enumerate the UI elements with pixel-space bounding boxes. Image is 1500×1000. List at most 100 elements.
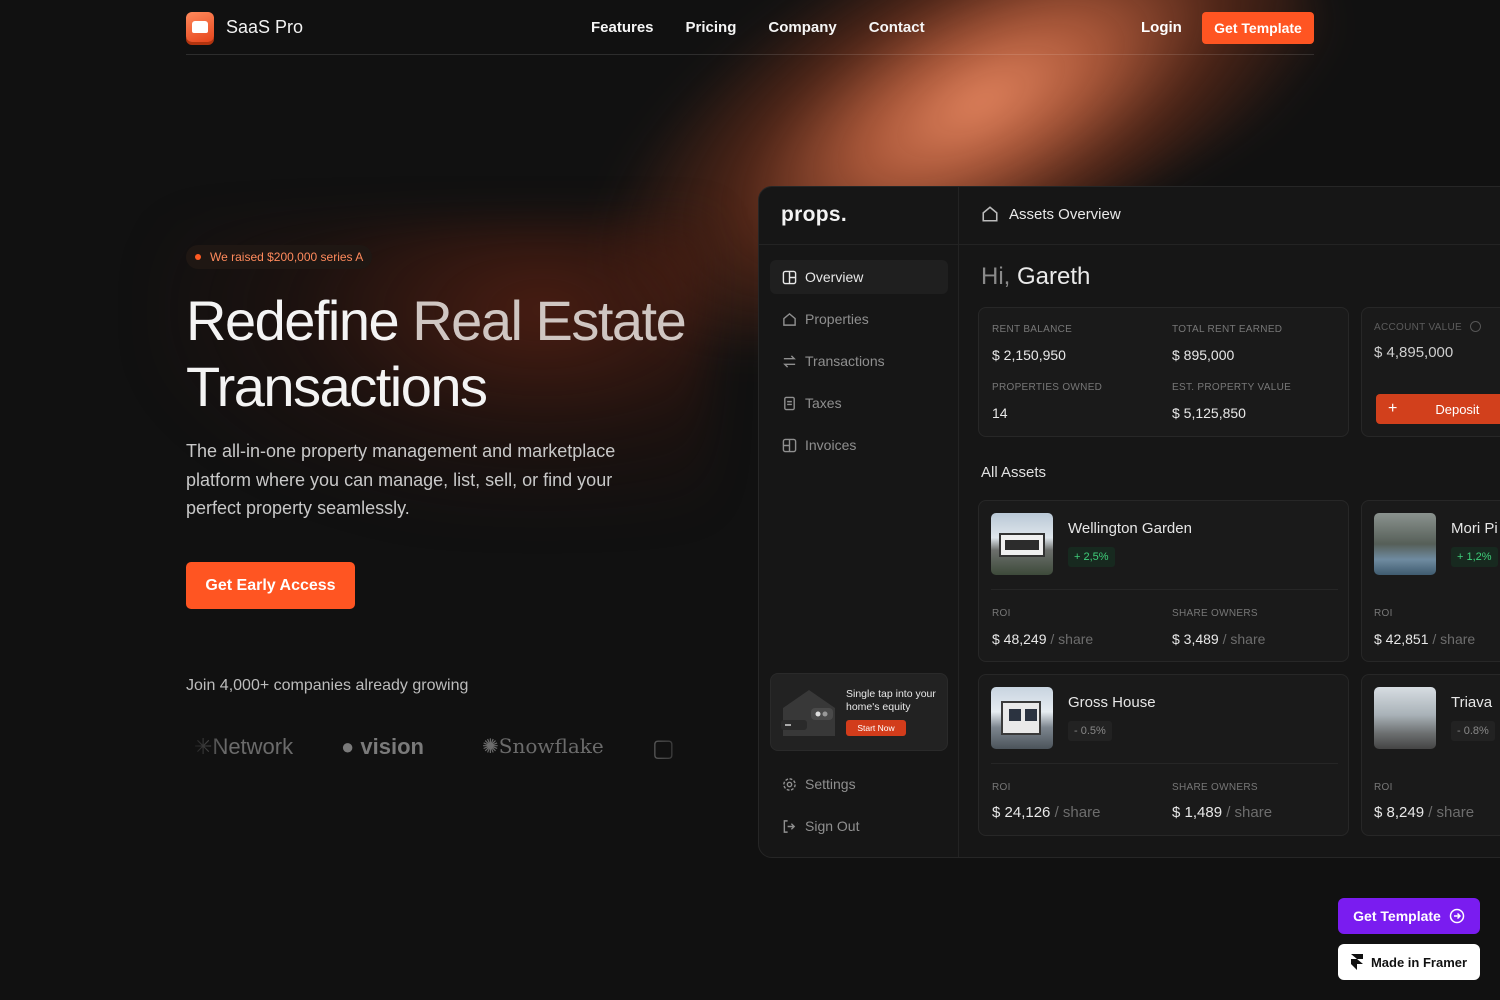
nav-link-features[interactable]: Features — [591, 19, 654, 36]
asset-thumbnail — [1374, 513, 1436, 575]
layout-icon — [782, 438, 797, 452]
deposit-label: Deposit — [1435, 401, 1480, 417]
partner-logo-snowflake: ✺Snowflake — [482, 734, 604, 758]
hero-title: Redefine Real Estate Transactions — [186, 288, 746, 420]
properties-owned-label: PROPERTIES OWNED — [992, 382, 1103, 393]
info-icon — [1470, 321, 1481, 332]
properties-owned-value: 14 — [992, 405, 1008, 421]
made-in-framer-badge[interactable]: Made in Framer — [1338, 944, 1480, 980]
greeting-name: Gareth — [1017, 263, 1091, 290]
greeting: Hi, Gareth — [981, 263, 1090, 291]
asset-thumbnail — [1374, 687, 1436, 749]
sidebar-item-label: Overview — [805, 269, 864, 285]
house-illustration-icon — [781, 690, 835, 736]
asset-change-badge: - 0.5% — [1068, 721, 1112, 741]
floating-get-template-button[interactable]: Get Template — [1338, 898, 1480, 934]
sidebar-item-label: Properties — [805, 311, 869, 327]
login-link[interactable]: Login — [1141, 19, 1182, 36]
asset-name: Mori Pi — [1451, 520, 1498, 537]
sidebar-item-label: Sign Out — [805, 818, 860, 834]
asset-thumbnail — [991, 513, 1053, 575]
share-owners-value: $ 1,489 / share — [1172, 804, 1273, 821]
sidebar-item-label: Invoices — [805, 437, 857, 453]
logos-fade-left — [186, 725, 226, 770]
sidebar-item-settings[interactable]: Settings — [770, 767, 948, 801]
hero-title-part1: Redefine — [186, 289, 413, 352]
sidebar-item-transactions[interactable]: Transactions — [770, 344, 948, 378]
sidebar-item-overview[interactable]: Overview — [770, 260, 948, 294]
asset-change-badge: + 1,2% — [1451, 547, 1498, 567]
receipt-icon — [784, 396, 795, 410]
roi-value: $ 24,126 / share — [992, 804, 1101, 821]
nav-link-pricing[interactable]: Pricing — [686, 19, 737, 36]
asset-name: Gross House — [1068, 694, 1156, 711]
asset-thumbnail — [991, 687, 1053, 749]
share-owners-label: SHARE OWNERS — [1172, 608, 1258, 619]
hero-subtitle: The all-in-one property management and m… — [186, 441, 616, 518]
equity-promo-card: Single tap into your home's equity Start… — [770, 673, 948, 751]
arrow-circle-icon — [1449, 908, 1465, 924]
total-rent-label: TOTAL RENT EARNED — [1172, 324, 1283, 335]
get-early-access-button[interactable]: Get Early Access — [186, 562, 355, 609]
header-divider — [759, 244, 1500, 245]
hero-title-part2: Real Estate — [412, 289, 687, 352]
roi-label: ROI — [992, 608, 1011, 619]
roi-label: ROI — [1374, 608, 1393, 619]
stats-card: RENT BALANCE $ 2,150,950 TOTAL RENT EARN… — [978, 307, 1349, 437]
home-icon — [783, 312, 796, 326]
deposit-button[interactable]: + Deposit — [1376, 394, 1500, 424]
start-now-button[interactable]: Start Now — [846, 720, 906, 736]
rent-balance-label: RENT BALANCE — [992, 324, 1073, 335]
made-in-framer-label: Made in Framer — [1370, 954, 1468, 970]
account-value: $ 4,895,000 — [1374, 344, 1454, 361]
dashboard-logo: props. — [781, 203, 847, 226]
nav-link-contact[interactable]: Contact — [869, 19, 925, 36]
asset-name: Wellington Garden — [1068, 520, 1192, 537]
hero-title-part3: Transactions — [186, 355, 488, 418]
brand-name: SaaS Pro — [226, 16, 304, 37]
roi-value: $ 8,249 / share — [1374, 804, 1475, 821]
brand-logo-icon — [186, 12, 214, 42]
all-assets-heading: All Assets — [981, 464, 1047, 481]
partner-logo-vision: ● vision — [341, 734, 424, 759]
rent-balance-value: $ 2,150,950 — [992, 347, 1066, 363]
brand[interactable]: SaaS Pro — [186, 12, 303, 42]
get-template-button[interactable]: Get Template — [1202, 12, 1314, 44]
dashboard-preview: props. Overview Properties Transactions … — [758, 186, 1500, 858]
framer-logo-icon — [1350, 954, 1363, 970]
top-navbar: SaaS Pro Features Pricing Company Contac… — [186, 0, 1314, 55]
sidebar-item-sign-out[interactable]: Sign Out — [770, 809, 948, 843]
main-menu: Features Pricing Company Contact — [591, 19, 925, 36]
badge-dot-icon — [195, 254, 201, 260]
roi-label: ROI — [1374, 782, 1393, 793]
sidebar-item-label: Transactions — [805, 353, 885, 369]
asset-card-triava[interactable]: Triava - 0.8% ROI $ 8,249 / share — [1361, 674, 1500, 836]
sidebar-item-invoices[interactable]: Invoices — [770, 428, 948, 462]
roi-label: ROI — [992, 782, 1011, 793]
sidebar-item-taxes[interactable]: Taxes — [770, 386, 948, 420]
sidebar-item-properties[interactable]: Properties — [770, 302, 948, 336]
asset-card-mori[interactable]: Mori Pi + 1,2% ROI $ 42,851 / share — [1361, 500, 1500, 662]
floating-get-template-label: Get Template — [1353, 908, 1441, 924]
grid-icon — [782, 270, 797, 284]
arrows-swap-icon — [783, 354, 796, 368]
asset-card-wellington[interactable]: Wellington Garden + 2,5% ROI $ 48,249 / … — [978, 500, 1349, 662]
roi-value: $ 42,851 / share — [1374, 631, 1476, 647]
funding-badge[interactable]: We raised $200,000 series A — [186, 245, 373, 269]
gear-icon — [783, 777, 796, 791]
asset-name: Triava — [1451, 694, 1493, 711]
dashboard-header: Assets Overview — [981, 205, 1121, 223]
account-value-label: ACCOUNT VALUE — [1374, 322, 1462, 333]
plus-icon: + — [1388, 400, 1398, 417]
roi-value: $ 48,249 / share — [992, 631, 1094, 647]
promo-text: Single tap into your home's equity — [846, 688, 936, 713]
nav-link-company[interactable]: Company — [768, 19, 836, 36]
social-proof-text: Join 4,000+ companies already growing — [186, 677, 469, 694]
card-divider — [991, 763, 1338, 764]
dashboard-sidebar: props. Overview Properties Transactions … — [759, 187, 959, 857]
asset-change-badge: - 0.8% — [1451, 721, 1495, 741]
logout-icon — [783, 819, 796, 833]
share-owners-value: $ 3,489 / share — [1172, 631, 1266, 647]
greeting-hi: Hi, — [981, 263, 1011, 290]
asset-card-gross-house[interactable]: Gross House - 0.5% ROI $ 24,126 / share … — [978, 674, 1349, 836]
